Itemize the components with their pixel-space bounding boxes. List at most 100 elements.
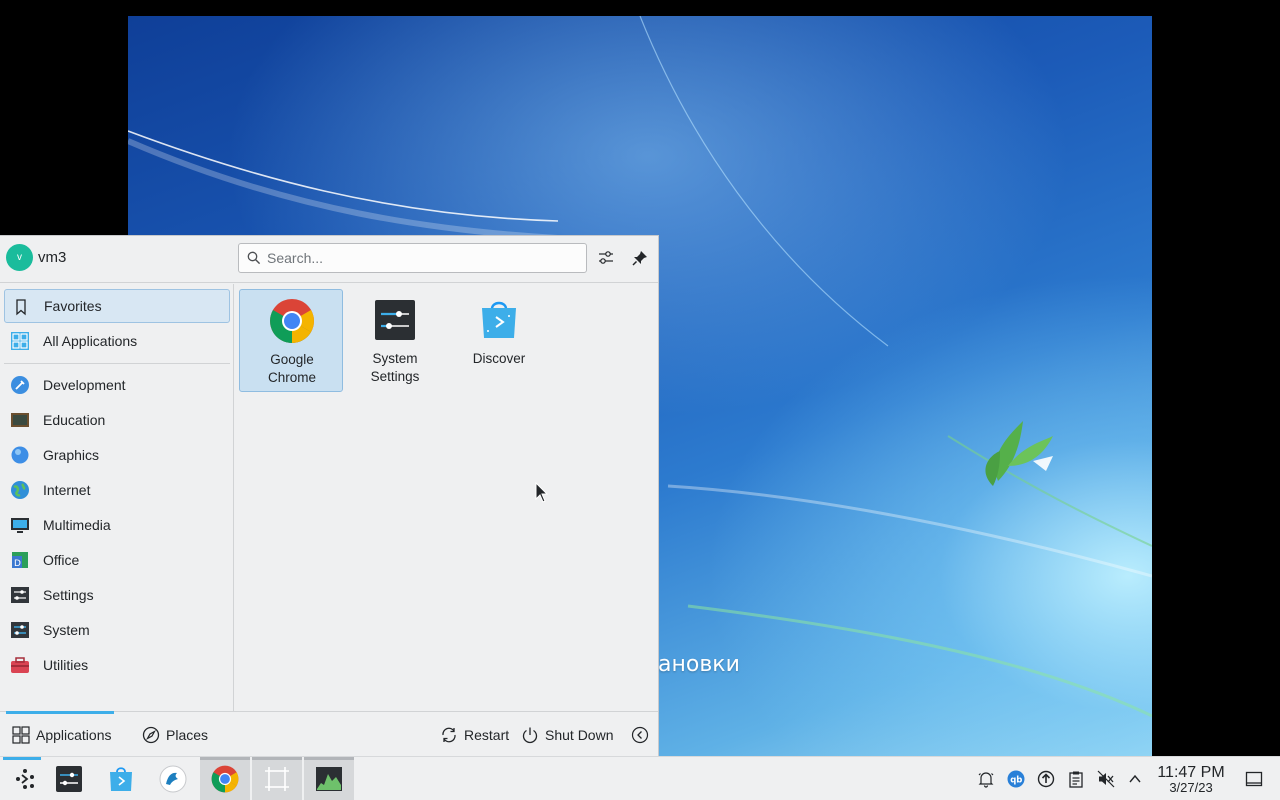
tray-notifications[interactable] [976,769,996,789]
sidebar-item-multimedia[interactable]: Multimedia [4,508,230,542]
sidebar-item-settings[interactable]: Settings [4,578,230,612]
sidebar-item-utilities[interactable]: Utilities [4,648,230,682]
launcher-footer: Applications Places Restart Shut Down [0,711,658,756]
app-name-line1: Google [270,352,314,367]
search-field[interactable] [238,243,587,273]
graphics-icon [11,446,29,464]
tray-clipboard[interactable] [1066,769,1086,789]
avatar[interactable]: v [6,244,33,271]
system-monitor-icon [316,767,342,791]
tab-places[interactable]: Places [142,724,208,746]
office-icon: D [12,552,28,569]
sidebar-item-internet[interactable]: Internet [4,473,230,507]
app-name-line1: System [372,351,418,366]
show-desktop-button[interactable] [1244,769,1264,789]
sidebar-item-development[interactable]: Development [4,368,230,402]
leave-options-button[interactable] [631,724,655,746]
leaf-decoration [985,421,1053,486]
taskbar-discover[interactable] [96,757,146,800]
taskbar-spectacle[interactable] [252,757,302,800]
tray-qbittorrent[interactable]: qb [1006,769,1026,789]
sidebar-item-label: All Applications [43,333,138,349]
restart-button[interactable]: Restart [440,724,509,746]
settings-icon [11,587,29,603]
username: vm3 [38,249,67,266]
active-tab-indicator [6,711,114,714]
sidebar-item-all-applications[interactable]: All Applications [4,324,230,358]
tray-expand-button[interactable] [1125,769,1145,789]
app-name-line2: Chrome [267,370,316,385]
volume-muted-icon [1097,770,1115,788]
sidebar-item-label: Utilities [43,657,89,673]
taskbar-system-monitor[interactable] [304,757,354,800]
app-tile-google-chrome[interactable]: Google Chrome [239,289,343,392]
shutdown-label: Shut Down [545,727,614,743]
search-input[interactable] [267,248,577,268]
sidebar-item-graphics[interactable]: Graphics [4,438,230,472]
sidebar-item-label: Internet [43,482,91,498]
tab-applications[interactable]: Applications [12,724,112,746]
tray-volume[interactable] [1096,769,1116,789]
grid-icon [11,332,29,350]
sidebar-item-favorites[interactable]: Favorites [4,289,230,323]
clock-date[interactable]: 3/27/23 [1150,780,1232,795]
pin-icon [632,251,647,266]
app-tile-system-settings[interactable]: System Settings [343,289,447,392]
discover-icon [482,301,516,338]
updates-icon [1037,770,1055,788]
svg-text:qb: qb [1010,776,1022,786]
taskbar-system-settings[interactable] [44,757,94,800]
launcher-header: v vm3 [0,236,658,283]
taskbar: qb [0,756,1280,800]
mouse-cursor-icon [535,482,549,503]
tray-updates[interactable] [1036,769,1056,789]
chrome-icon [211,765,239,793]
notifications-icon [978,772,994,788]
qbittorrent-icon: qb [1007,770,1025,788]
search-icon [247,251,261,265]
sidebar-item-label: Development [43,377,126,393]
configure-button[interactable] [594,246,618,270]
application-launcher-menu: v vm3 Search... Favorites All Applicatio… [0,235,659,756]
chevron-up-icon [1129,774,1141,783]
taskbar-dolphin[interactable] [148,757,198,800]
sidebar-item-label: Education [43,412,106,428]
taskbar-google-chrome[interactable] [200,757,250,800]
sidebar-item-label: Settings [43,587,94,603]
restart-label: Restart [464,727,510,743]
wallpaper-text: ановки [658,652,740,677]
development-icon [11,376,29,394]
chevron-left-circle-icon [631,726,649,744]
sidebar-item-system[interactable]: System [4,613,230,647]
svg-text:D: D [14,559,21,569]
dolphin-icon [159,765,187,793]
system-settings-icon [56,766,82,792]
sidebar-item-education[interactable]: Education [4,403,230,437]
system-settings-icon [375,300,415,340]
discover-icon [110,767,132,791]
application-launcher-button[interactable] [0,757,50,800]
app-tile-label: Discover [447,350,551,368]
app-name-line1: Discover [472,351,526,366]
show-desktop-icon [1245,771,1263,787]
pin-button[interactable] [628,246,652,270]
compass-icon [142,726,160,744]
category-sidebar: Favorites All Applications Development E… [0,284,234,711]
clipboard-icon [1069,771,1083,788]
app-name-line2: Settings [370,369,420,384]
system-icon [11,622,29,638]
app-tile-discover[interactable]: Discover [447,289,551,392]
sidebar-item-office[interactable]: D Office [4,543,230,577]
shutdown-button[interactable]: Shut Down [521,724,613,746]
utilities-icon [11,657,29,673]
sidebar-item-label: Multimedia [43,517,111,533]
app-tile-label: System Settings [343,350,447,386]
tab-applications-label: Applications [36,727,112,743]
configure-icon [599,251,613,264]
sidebar-divider [4,363,230,364]
sidebar-item-label: Office [43,552,80,568]
app-tile-label: Google Chrome [240,351,344,387]
internet-icon [11,481,29,499]
multimedia-icon [11,518,29,533]
chrome-icon [270,299,314,343]
